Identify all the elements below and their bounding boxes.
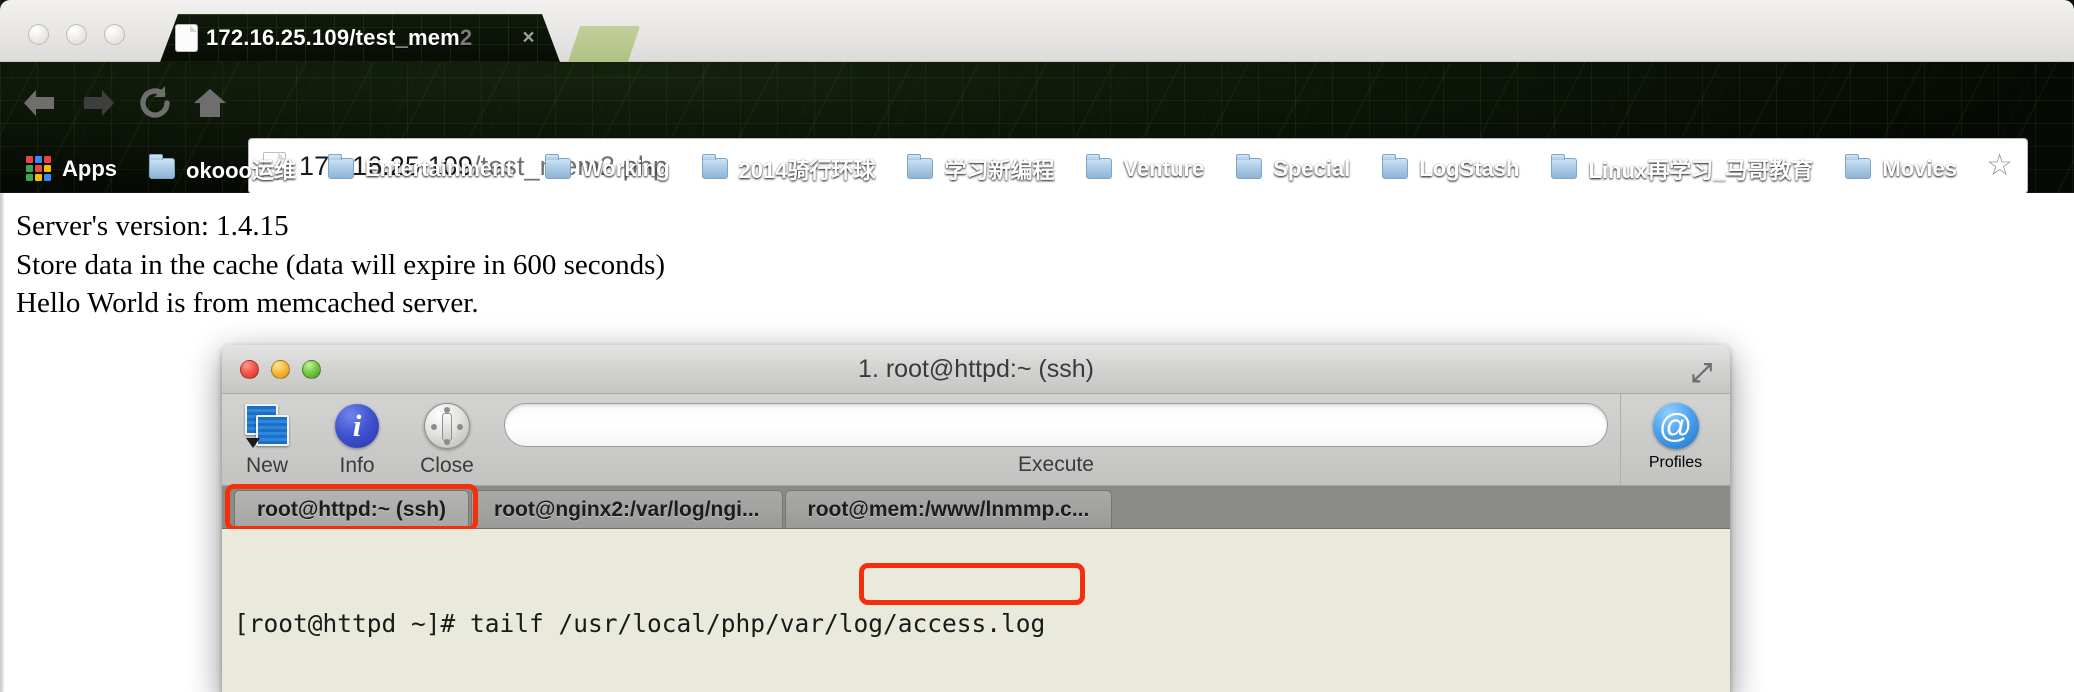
browser-chrome: 172.16.25.109/test_mem2 × 172.16.25.109 … xyxy=(0,0,2074,193)
page-viewport: Server's version: 1.4.15 Store data in t… xyxy=(0,193,2074,692)
folder-icon xyxy=(1551,154,1578,179)
info-icon: i xyxy=(332,401,382,451)
page-body-text: Server's version: 1.4.15 Store data in t… xyxy=(16,207,665,323)
bookmark-label: okooo运维 xyxy=(186,157,296,183)
page-line-3: Hello World is from memcached server. xyxy=(16,287,479,320)
close-icon[interactable]: × xyxy=(519,29,538,48)
terminal-minimize-button[interactable] xyxy=(271,360,290,379)
terminal-output[interactable]: [root@httpd ~]# tailf /usr/local/php/var… xyxy=(222,529,1730,692)
info-glyph: i xyxy=(335,404,379,448)
folder-icon xyxy=(1845,154,1872,179)
forward-arrow-icon[interactable] xyxy=(72,76,126,130)
bookmark-label: 学习新编程 xyxy=(944,157,1055,183)
bookmark-item-5[interactable]: 学习新编程 xyxy=(891,144,1070,193)
profiles-icon: @ xyxy=(1651,401,1701,451)
terminal-tab-bar: root@httpd:~ (ssh) root@nginx2:/var/log/… xyxy=(222,484,1730,531)
terminal-window: 1. root@httpd:~ (ssh) ⤢ New i Info Close… xyxy=(222,345,1730,692)
bookmarks-bar: Apps okooo运维 Entertainment Working 2014骑… xyxy=(0,144,2074,193)
folder-icon xyxy=(1086,154,1113,179)
browser-tab-label-dim: 2 xyxy=(459,25,473,50)
close-session-button[interactable]: Close xyxy=(402,394,492,478)
terminal-close-button[interactable] xyxy=(240,360,259,379)
bookmark-item-4[interactable]: 2014骑行环球 xyxy=(686,144,892,193)
terminal-window-controls[interactable] xyxy=(240,360,321,379)
folder-icon xyxy=(1382,154,1409,179)
bookmark-label: Apps xyxy=(62,155,117,181)
terminal-toolbar: New i Info Close Execute @ Profiles xyxy=(222,394,1730,486)
execute-label: Execute xyxy=(1018,453,1094,476)
bookmark-label: Working xyxy=(581,155,670,181)
bookmark-label: Venture xyxy=(1123,155,1205,181)
bookmark-label: Special xyxy=(1273,155,1351,181)
page-line-2: Store data in the cache (data will expir… xyxy=(16,248,666,281)
bookmark-item-3[interactable]: Working xyxy=(529,144,686,193)
terminal-tab-nginx2[interactable]: root@nginx2:/var/log/ngi... xyxy=(471,490,783,528)
new-session-button[interactable]: New xyxy=(222,394,312,478)
page-left-edge xyxy=(0,193,4,692)
bookmark-item-9[interactable]: Linux再学习_马哥教育 xyxy=(1535,144,1829,193)
terminal-window-title: 1. root@httpd:~ (ssh) xyxy=(858,354,1094,383)
info-label: Info xyxy=(339,454,375,477)
browser-tab-active[interactable]: 172.16.25.109/test_mem2 × xyxy=(160,14,560,62)
at-glyph: @ xyxy=(1652,403,1699,449)
screenshot-root: 172.16.25.109/test_mem2 × 172.16.25.109 … xyxy=(0,0,2074,692)
home-icon[interactable] xyxy=(183,76,237,130)
terminal-tab-0-wrap: root@httpd:~ (ssh) xyxy=(225,484,479,531)
terminal-tab-mem[interactable]: root@mem:/www/lnmmp.c... xyxy=(784,490,1113,528)
browser-toolbar: 172.16.25.109/test_mem2.php ☆ xyxy=(0,62,2074,193)
profiles-label: Profiles xyxy=(1648,454,1703,471)
toggle-switch-icon xyxy=(422,401,472,451)
browser-tab-label: 172.16.25.109/test_mem2 xyxy=(206,25,473,50)
new-session-label: New xyxy=(245,454,288,477)
bookmark-label: LogStash xyxy=(1419,155,1520,181)
back-arrow-icon[interactable] xyxy=(12,76,66,130)
info-button[interactable]: i Info xyxy=(312,394,402,478)
bookmark-item-7[interactable]: Special xyxy=(1220,144,1366,193)
tab-strip: 172.16.25.109/test_mem2 × xyxy=(0,14,2074,62)
bookmark-item-6[interactable]: Venture xyxy=(1070,144,1220,193)
folder-icon xyxy=(149,154,175,179)
execute-input[interactable] xyxy=(504,403,1608,447)
execute-area: Execute xyxy=(492,394,1620,477)
bookmark-item-2[interactable]: Entertainment xyxy=(312,144,529,193)
folder-icon xyxy=(1236,154,1263,179)
bookmark-item-8[interactable]: LogStash xyxy=(1366,144,1535,193)
folder-icon xyxy=(701,154,728,179)
fullscreen-icon[interactable]: ⤢ xyxy=(1691,357,1712,389)
annotation-box-get-request xyxy=(859,563,1085,605)
bookmark-item-1[interactable]: okooo运维 xyxy=(133,144,312,193)
page-line-1: Server's version: 1.4.15 xyxy=(16,210,289,242)
bookmark-item-apps[interactable]: Apps xyxy=(10,144,133,193)
bookmark-label: Linux再学习_马哥教育 xyxy=(1588,157,1814,183)
page-favicon xyxy=(176,25,197,51)
terminal-command-line: [root@httpd ~]# tailf /usr/local/php/var… xyxy=(234,608,1046,638)
terminal-zoom-button[interactable] xyxy=(302,360,321,379)
reload-icon[interactable] xyxy=(128,76,182,130)
bookmark-label: 2014骑行环球 xyxy=(738,157,876,183)
folder-icon xyxy=(328,154,354,179)
folder-icon xyxy=(907,154,934,179)
folder-icon xyxy=(544,154,571,179)
bookmark-label: Entertainment xyxy=(365,155,513,181)
profiles-button[interactable]: @ Profiles xyxy=(1620,394,1730,486)
new-tab-button[interactable] xyxy=(568,26,640,62)
terminal-tab-httpd[interactable]: root@httpd:~ (ssh) xyxy=(234,490,470,528)
apps-grid-icon xyxy=(26,156,51,181)
bookmark-item-10[interactable]: Movies xyxy=(1829,144,1973,193)
bookmark-label: Movies xyxy=(1882,155,1957,181)
terminal-titlebar[interactable]: 1. root@httpd:~ (ssh) ⤢ xyxy=(222,345,1730,394)
close-session-label: Close xyxy=(420,454,474,477)
new-window-icon xyxy=(242,401,292,451)
